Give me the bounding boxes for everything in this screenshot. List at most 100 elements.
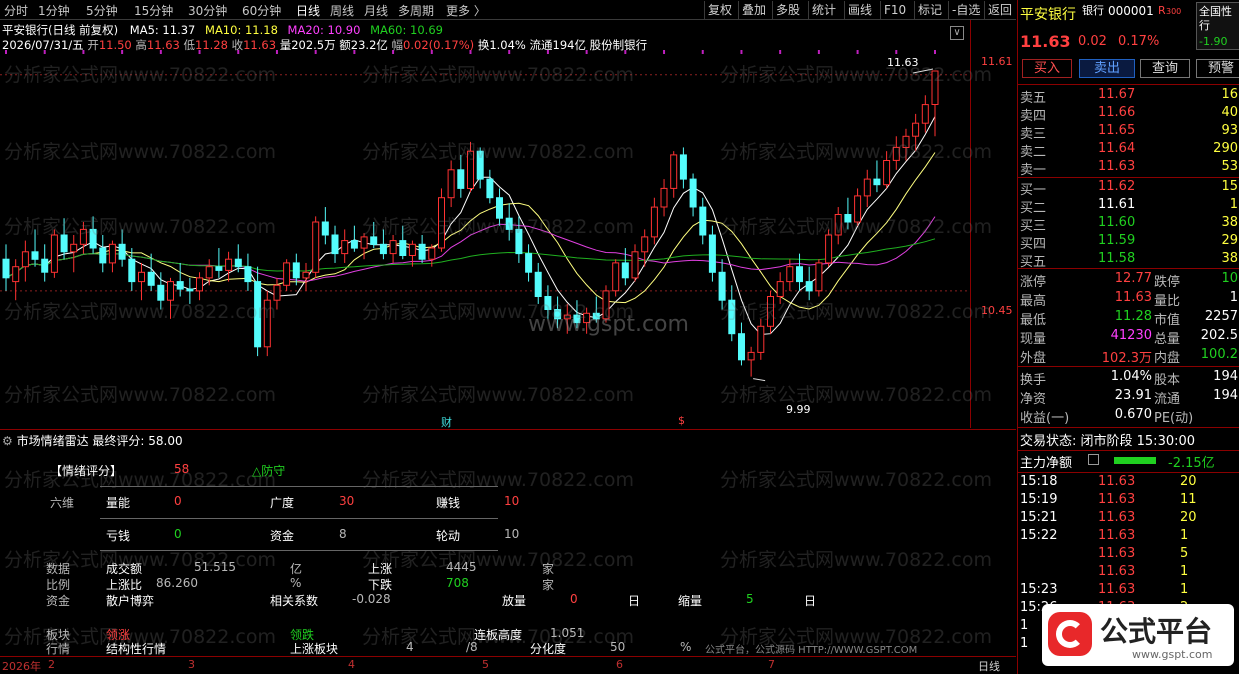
candle-body[interactable] [389,240,397,255]
candle-body[interactable] [205,266,213,279]
tab-monthly[interactable]: 月线 [364,2,388,19]
candle-body[interactable] [883,160,891,186]
period-indicator[interactable]: 日线 [978,658,1000,674]
candle-body[interactable] [515,228,523,255]
candle-body[interactable] [689,178,697,208]
tab-weekly[interactable]: 周线 [330,2,354,19]
tab-60min[interactable]: 60分钟 [242,2,281,19]
candle-body[interactable] [747,351,755,361]
candle-body[interactable] [757,325,765,353]
candle-body[interactable] [505,217,513,230]
candle-body[interactable] [708,234,716,273]
candle-body[interactable] [767,296,774,327]
candle-body[interactable] [176,281,184,290]
candle-body[interactable] [921,104,929,124]
candle-body[interactable] [650,206,658,238]
candle-body[interactable] [670,154,678,189]
candle-body[interactable] [331,234,339,255]
candle-body[interactable] [186,288,194,292]
dividend-marker-icon[interactable]: $ [678,414,685,427]
collapse-icon[interactable]: ∨ [950,26,964,40]
candle-body[interactable] [312,221,320,273]
candle-body[interactable] [525,253,533,273]
candle-body[interactable] [138,271,145,283]
candle-body[interactable] [438,197,445,249]
candle-body[interactable] [805,281,813,292]
bid-row[interactable]: 买五 11.58 38 [1018,251,1239,270]
candle-body[interactable] [854,195,862,223]
fuquan-button[interactable]: 复权 [704,1,735,19]
candle-body[interactable] [108,243,116,264]
candle-body[interactable] [612,262,620,292]
tab-5min[interactable]: 5分钟 [86,2,118,19]
mark-button[interactable]: 标记 [914,1,945,19]
candle-body[interactable] [418,243,426,260]
candle-body[interactable] [341,240,349,255]
candle-body[interactable] [486,178,494,199]
candle-body[interactable] [70,243,78,253]
candle-body[interactable] [215,266,223,271]
tab-more[interactable]: 更多 〉 [446,2,486,19]
watchlist-button[interactable]: -自选 [948,1,983,19]
candle-body[interactable] [41,258,49,273]
candle-body[interactable] [796,266,803,283]
candle-body[interactable] [786,266,794,283]
candle-body[interactable] [128,258,136,283]
candle-body[interactable] [2,258,10,279]
tab-30min[interactable]: 30分钟 [188,2,227,19]
candle-body[interactable] [844,214,852,223]
candle-body[interactable] [234,258,242,268]
candle-body[interactable] [679,154,687,180]
candle-body[interactable] [738,333,745,361]
bid-row[interactable]: 买四 11.59 29 [1018,233,1239,252]
candle-body[interactable] [776,281,784,298]
candle-body[interactable] [892,146,900,161]
candle-body[interactable] [641,236,649,253]
candle-body[interactable] [631,251,639,279]
back-button[interactable]: 返回 [984,1,1015,19]
candle-body[interactable] [79,228,87,245]
candle-body[interactable] [621,262,629,279]
candle-body[interactable] [718,271,726,301]
query-button[interactable]: 查询 [1140,59,1190,78]
candle-body[interactable] [60,234,68,253]
candle-body[interactable] [225,258,233,271]
ask-row[interactable]: 卖二 11.64 290 [1018,141,1239,160]
candle-body[interactable] [544,296,552,310]
candle-body[interactable] [244,266,252,283]
candle-body[interactable] [263,299,271,348]
candle-body[interactable] [254,281,262,348]
alert-button[interactable]: 预警 [1196,59,1239,78]
f10-button[interactable]: F10 [880,1,909,19]
candle-body[interactable] [873,178,881,186]
candle-body[interactable] [21,251,29,268]
candle-body[interactable] [476,150,484,180]
candle-body[interactable] [660,187,668,208]
candle-body[interactable] [863,178,871,197]
ask-row[interactable]: 卖四 11.66 40 [1018,105,1239,124]
candle-body[interactable] [379,243,387,255]
candle-body[interactable] [728,299,736,335]
ask-row[interactable]: 卖三 11.65 93 [1018,123,1239,142]
candle-body[interactable] [912,122,920,137]
kline-chart[interactable]: 平安银行(日线 前复权) MA5: 11.37 MA10: 11.18 MA20… [0,20,970,428]
bid-row[interactable]: 买一 11.62 15 [1018,179,1239,198]
candle-body[interactable] [496,197,503,219]
tab-multi-period[interactable]: 多周期 [398,2,434,19]
ask-row[interactable]: 卖一 11.63 53 [1018,159,1239,178]
candle-body[interactable] [118,243,126,260]
candle-body[interactable] [283,262,291,286]
candle-body[interactable] [834,214,842,236]
candle-body[interactable] [31,251,39,260]
bid-row[interactable]: 买二 11.61 1 [1018,197,1239,216]
gear-icon[interactable]: ⚙ [2,434,13,448]
candle-body[interactable] [99,247,107,264]
candle-body[interactable] [12,266,20,283]
candle-body[interactable] [931,70,939,105]
candle-body[interactable] [428,247,436,260]
ask-row[interactable]: 卖五 11.67 16 [1018,87,1239,106]
candle-body[interactable] [196,277,203,292]
candle-body[interactable] [321,221,329,236]
candle-body[interactable] [447,169,455,199]
candle-body[interactable] [360,236,368,249]
